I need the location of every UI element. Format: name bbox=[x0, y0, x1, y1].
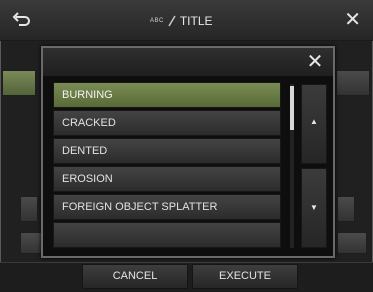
background-tab bbox=[336, 70, 370, 96]
dialog-header bbox=[43, 48, 333, 76]
background-tab bbox=[2, 70, 36, 96]
dialog-close-icon[interactable]: ✕ bbox=[303, 50, 327, 74]
background-control bbox=[20, 232, 42, 254]
pen-icon bbox=[168, 15, 176, 27]
triangle-up-icon: ▲ bbox=[310, 117, 318, 126]
title-area: ABC TITLE bbox=[150, 12, 213, 30]
scrollbar-thumb[interactable] bbox=[290, 86, 294, 130]
list-item[interactable]: CRACKED bbox=[53, 110, 281, 136]
background-control bbox=[337, 232, 367, 254]
abc-icon: ABC bbox=[150, 18, 164, 24]
top-bar: ABC TITLE ✕ bbox=[0, 0, 373, 41]
scroll-down-button[interactable]: ▼ bbox=[301, 168, 327, 248]
close-icon[interactable]: ✕ bbox=[344, 10, 361, 30]
background-control bbox=[337, 196, 355, 222]
list-item[interactable]: FOREIGN OBJECT SPLATTER bbox=[53, 194, 281, 220]
option-list: BURNING CRACKED DENTED EROSION FOREIGN O… bbox=[53, 82, 285, 250]
list-item[interactable]: DENTED bbox=[53, 138, 281, 164]
scrollbar[interactable] bbox=[290, 84, 294, 248]
execute-button[interactable]: EXECUTE bbox=[192, 264, 298, 289]
cancel-button[interactable]: CANCEL bbox=[82, 264, 188, 289]
list-item[interactable] bbox=[53, 222, 281, 248]
triangle-down-icon: ▼ bbox=[310, 203, 318, 212]
page-title: TITLE bbox=[179, 14, 213, 28]
background-control bbox=[20, 196, 38, 222]
list-item[interactable]: BURNING bbox=[53, 82, 281, 108]
list-item[interactable]: EROSION bbox=[53, 166, 281, 192]
scroll-up-button[interactable]: ▲ bbox=[301, 84, 327, 164]
back-icon[interactable] bbox=[10, 9, 32, 31]
selection-dialog: ✕ BURNING CRACKED DENTED EROSION FOREIGN… bbox=[41, 46, 335, 258]
